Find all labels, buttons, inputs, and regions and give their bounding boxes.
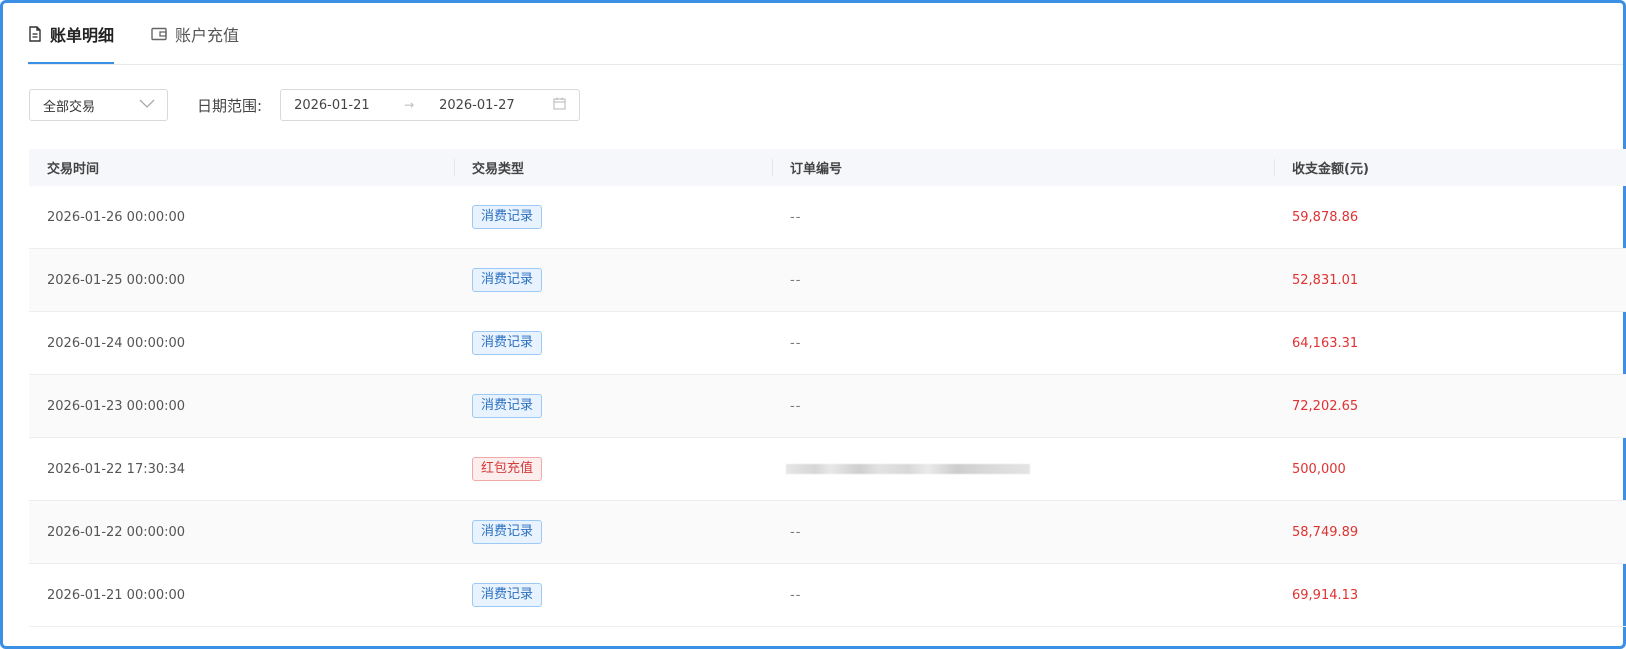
order-number: -- bbox=[790, 398, 802, 414]
cell-order-number: -- bbox=[772, 501, 1274, 563]
date-end-input[interactable]: 2026-01-27 bbox=[439, 98, 552, 113]
type-tag: 消费记录 bbox=[472, 520, 543, 544]
header-amount: 收支金额(元) bbox=[1274, 149, 1626, 186]
cell-amount: 52,831.01 bbox=[1292, 272, 1359, 288]
tab-label: 账单明细 bbox=[50, 25, 115, 45]
table-row: 2026-01-21 00:00:00 消费记录 -- 69,914.13 bbox=[29, 564, 1626, 627]
table-header: 交易时间 交易类型 订单编号 收支金额(元) bbox=[29, 149, 1626, 186]
date-range-label: 日期范围: bbox=[197, 96, 263, 115]
order-number: -- bbox=[790, 524, 802, 540]
transactions-table: 交易时间 交易类型 订单编号 收支金额(元) 2026-01-26 00:00:… bbox=[29, 149, 1626, 627]
filter-bar: 全部交易 日期范围: 2026-01-21 → 2026-01-27 bbox=[29, 89, 581, 121]
cell-type: 消费记录 bbox=[454, 312, 772, 374]
range-arrow-icon: → bbox=[404, 98, 415, 112]
cell-type: 红包充值 bbox=[454, 438, 772, 500]
calendar-icon[interactable] bbox=[553, 97, 566, 114]
cell-time: 2026-01-22 00:00:00 bbox=[47, 524, 186, 540]
table-row: 2026-01-26 00:00:00 消费记录 -- 59,878.86 bbox=[29, 186, 1626, 249]
cell-type: 消费记录 bbox=[454, 501, 772, 563]
cell-order-number: -- bbox=[772, 312, 1274, 374]
order-number: -- bbox=[790, 335, 802, 351]
table-row: 2026-01-25 00:00:00 消费记录 -- 52,831.01 bbox=[29, 249, 1626, 312]
cell-amount: 69,914.13 bbox=[1292, 587, 1359, 603]
cell-order-number: -- bbox=[772, 375, 1274, 437]
wallet-icon bbox=[151, 27, 167, 41]
transaction-type-select[interactable]: 全部交易 bbox=[29, 89, 168, 121]
type-tag: 消费记录 bbox=[472, 205, 543, 229]
cell-type: 消费记录 bbox=[454, 186, 772, 248]
cell-order-number: -- bbox=[772, 249, 1274, 311]
type-tag: 消费记录 bbox=[472, 394, 543, 418]
header-type: 交易类型 bbox=[454, 149, 772, 186]
cell-amount: 72,202.65 bbox=[1292, 398, 1359, 414]
cell-order-number: -- bbox=[772, 564, 1274, 626]
table-row: 2026-01-22 00:00:00 消费记录 -- 58,749.89 bbox=[29, 501, 1626, 564]
header-order-number: 订单编号 bbox=[772, 149, 1274, 186]
table-row: 2026-01-22 17:30:34 红包充值 500,000 bbox=[29, 438, 1626, 501]
tab-bill-details[interactable]: 账单明细 bbox=[28, 3, 115, 64]
tab-label: 账户充值 bbox=[175, 25, 240, 45]
order-number: -- bbox=[790, 272, 802, 288]
cell-time: 2026-01-23 00:00:00 bbox=[47, 398, 186, 414]
chevron-down-icon bbox=[139, 98, 155, 113]
cell-amount: 64,163.31 bbox=[1292, 335, 1359, 351]
cell-type: 消费记录 bbox=[454, 249, 772, 311]
cell-time: 2026-01-22 17:30:34 bbox=[47, 461, 186, 477]
cell-time: 2026-01-26 00:00:00 bbox=[47, 209, 186, 225]
type-tag: 消费记录 bbox=[472, 331, 543, 355]
cell-order-number: -- bbox=[772, 186, 1274, 248]
redacted-order-number bbox=[786, 464, 1030, 474]
date-start-input[interactable]: 2026-01-21 bbox=[294, 98, 404, 113]
cell-type: 消费记录 bbox=[454, 375, 772, 437]
tab-account-recharge[interactable]: 账户充值 bbox=[151, 3, 239, 64]
cell-time: 2026-01-25 00:00:00 bbox=[47, 272, 186, 288]
date-range-picker[interactable]: 2026-01-21 → 2026-01-27 bbox=[280, 89, 581, 121]
cell-order-number bbox=[772, 438, 1274, 500]
type-tag: 消费记录 bbox=[472, 583, 543, 607]
order-number: -- bbox=[790, 587, 802, 603]
type-tag: 消费记录 bbox=[472, 268, 543, 292]
select-value: 全部交易 bbox=[43, 99, 96, 115]
table-row: 2026-01-23 00:00:00 消费记录 -- 72,202.65 bbox=[29, 375, 1626, 438]
order-number: -- bbox=[790, 209, 802, 225]
cell-amount: 500,000 bbox=[1292, 461, 1346, 477]
table-row: 2026-01-24 00:00:00 消费记录 -- 64,163.31 bbox=[29, 312, 1626, 375]
cell-amount: 59,878.86 bbox=[1292, 209, 1359, 225]
app-frame: 账单明细 账户充值 全部交易 日期范围: 2026-01-21 → 2026-0… bbox=[0, 0, 1626, 649]
document-icon bbox=[28, 25, 42, 42]
type-tag: 红包充值 bbox=[472, 457, 543, 481]
tab-divider bbox=[28, 64, 1623, 65]
cell-type: 消费记录 bbox=[454, 564, 772, 626]
cell-amount: 58,749.89 bbox=[1292, 524, 1359, 540]
table-body: 2026-01-26 00:00:00 消费记录 -- 59,878.86 2026-0… bbox=[29, 186, 1626, 627]
header-time: 交易时间 bbox=[47, 162, 100, 177]
tab-bar: 账单明细 账户充值 bbox=[28, 3, 276, 64]
cell-time: 2026-01-24 00:00:00 bbox=[47, 335, 186, 351]
cell-time: 2026-01-21 00:00:00 bbox=[47, 587, 186, 603]
